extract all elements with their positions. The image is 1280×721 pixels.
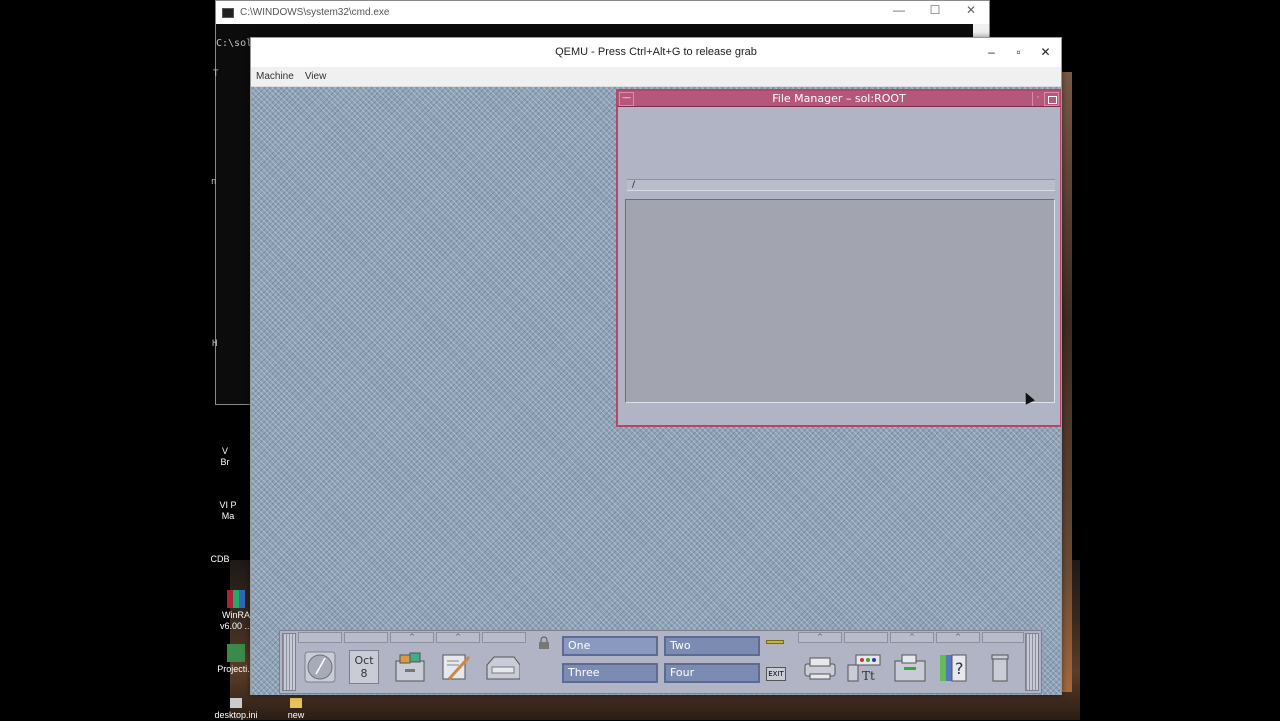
- subpanel-arrow[interactable]: [482, 632, 526, 643]
- application-manager-button[interactable]: [892, 647, 928, 687]
- desktop-icon-label: new: [287, 710, 305, 720]
- svg-text:Tt: Tt: [862, 669, 875, 683]
- file-manager-title: File Manager – sol:ROOT: [772, 92, 906, 105]
- desktop-icon-v[interactable]: V Br: [195, 446, 255, 468]
- trash-button[interactable]: [982, 647, 1018, 687]
- calendar-month: Oct: [354, 654, 374, 667]
- file-manager-button[interactable]: [392, 647, 428, 687]
- window-menu-button[interactable]: —: [619, 92, 634, 106]
- cmd-fragment: T: [213, 69, 219, 79]
- panel-right-handle[interactable]: [1025, 633, 1039, 691]
- lock-icon[interactable]: [537, 636, 551, 650]
- file-icon: [230, 698, 242, 708]
- qemu-window[interactable]: QEMU - Press Ctrl+Alt+G to release grab …: [250, 37, 1062, 695]
- subpanel-arrow[interactable]: [844, 632, 888, 643]
- mailbox-icon: [486, 656, 520, 680]
- help-manager-button[interactable]: ?: [936, 647, 972, 687]
- cmd-titlebar[interactable]: C:\WINDOWS\system32\cmd.exe — ☐ ✕: [216, 1, 989, 24]
- folder-icon: [290, 698, 302, 708]
- path-field[interactable]: /: [627, 179, 1055, 191]
- text-editor-button[interactable]: [438, 647, 474, 687]
- calendar-button[interactable]: Oct 8: [346, 647, 382, 687]
- desktop-icon-vi[interactable]: VI P Ma: [198, 500, 258, 522]
- qemu-menubar: Machine View: [251, 67, 1061, 87]
- cde-desktop[interactable]: — File Manager – sol:ROOT · / ^ ^ ^ ^ ^: [251, 87, 1061, 695]
- exit-button[interactable]: EXIT: [766, 667, 786, 681]
- calendar-icon: Oct 8: [349, 650, 379, 684]
- subpanel-arrow[interactable]: [982, 632, 1024, 643]
- desktop-icon-cdb[interactable]: CDB: [190, 554, 250, 565]
- printer-icon: [804, 657, 836, 680]
- qemu-titlebar[interactable]: QEMU - Press Ctrl+Alt+G to release grab …: [251, 38, 1061, 67]
- workspace-three-button[interactable]: Three: [562, 663, 658, 683]
- qemu-maximize-button[interactable]: ▫: [1005, 38, 1032, 67]
- cmd-title: C:\WINDOWS\system32\cmd.exe: [240, 7, 390, 18]
- menu-machine[interactable]: Machine: [251, 67, 300, 86]
- file-cabinet-icon: [395, 652, 425, 682]
- desktop-icon-desktop-ini[interactable]: desktop.ini: [206, 698, 266, 721]
- desktop-icon-label: desktop.ini: [214, 710, 258, 720]
- subpanel-arrow[interactable]: ^: [890, 632, 934, 643]
- file-manager-titlebar[interactable]: — File Manager – sol:ROOT ·: [618, 91, 1060, 107]
- svg-text:?: ?: [955, 659, 964, 678]
- qemu-close-button[interactable]: ✕: [1032, 38, 1059, 67]
- help-books-icon: ?: [940, 654, 967, 682]
- style-manager-icon: Tt: [847, 654, 881, 683]
- project-icon: [227, 644, 245, 662]
- clock-icon: [304, 651, 336, 683]
- cmd-fragment: n: [211, 177, 217, 187]
- app-manager-icon: [894, 654, 926, 682]
- busy-light-icon: [766, 640, 784, 644]
- file-view-area[interactable]: [625, 199, 1055, 403]
- file-manager-window[interactable]: — File Manager – sol:ROOT · /: [616, 89, 1061, 427]
- minimize-button[interactable]: ·: [1032, 92, 1043, 106]
- desktop-icon-label: CDB: [210, 554, 230, 564]
- maximize-button[interactable]: [1044, 92, 1059, 106]
- workspace-two-button[interactable]: Two: [664, 636, 760, 656]
- cmd-prompt: C:\sol: [216, 38, 253, 49]
- subpanel-arrow[interactable]: ^: [936, 632, 980, 643]
- qemu-minimize-button[interactable]: –: [978, 38, 1005, 67]
- winrar-icon: [227, 590, 245, 608]
- workspace-four-button[interactable]: Four: [664, 663, 760, 683]
- subpanel-arrow[interactable]: [344, 632, 388, 643]
- workspace-one-button[interactable]: One: [562, 636, 658, 656]
- mail-button[interactable]: [484, 647, 520, 687]
- desktop-icon-new[interactable]: new: [266, 698, 326, 721]
- menu-view[interactable]: View: [300, 67, 333, 86]
- cde-front-panel: ^ ^ ^ ^ ^ Oct 8 One Two Three Four EXIT …: [279, 630, 1042, 694]
- text-editor-icon: [442, 654, 471, 681]
- calendar-day: 8: [360, 667, 368, 680]
- subpanel-arrow[interactable]: ^: [436, 632, 480, 643]
- style-manager-button[interactable]: Tt: [846, 647, 882, 687]
- cmd-maximize-button[interactable]: ☐: [917, 3, 953, 17]
- desktop-icon-label: VI P Ma: [219, 500, 237, 521]
- cmd-minimize-button[interactable]: —: [881, 3, 917, 17]
- subpanel-arrow[interactable]: ^: [390, 632, 434, 643]
- trash-can-icon: [991, 654, 1009, 682]
- cmd-icon: [222, 7, 234, 18]
- desktop-icon-label: V Br: [220, 446, 230, 467]
- subpanel-arrow[interactable]: [298, 632, 342, 643]
- cmd-close-button[interactable]: ✕: [953, 3, 989, 17]
- printer-button[interactable]: [802, 647, 838, 687]
- cmd-fragment: H: [212, 339, 218, 349]
- subpanel-arrow[interactable]: ^: [798, 632, 842, 643]
- clock-button[interactable]: [302, 647, 338, 687]
- qemu-title: QEMU - Press Ctrl+Alt+G to release grab: [555, 46, 757, 58]
- panel-left-handle[interactable]: [282, 633, 296, 691]
- desktop-icon-label: WinRA v6.00 ...: [219, 610, 253, 631]
